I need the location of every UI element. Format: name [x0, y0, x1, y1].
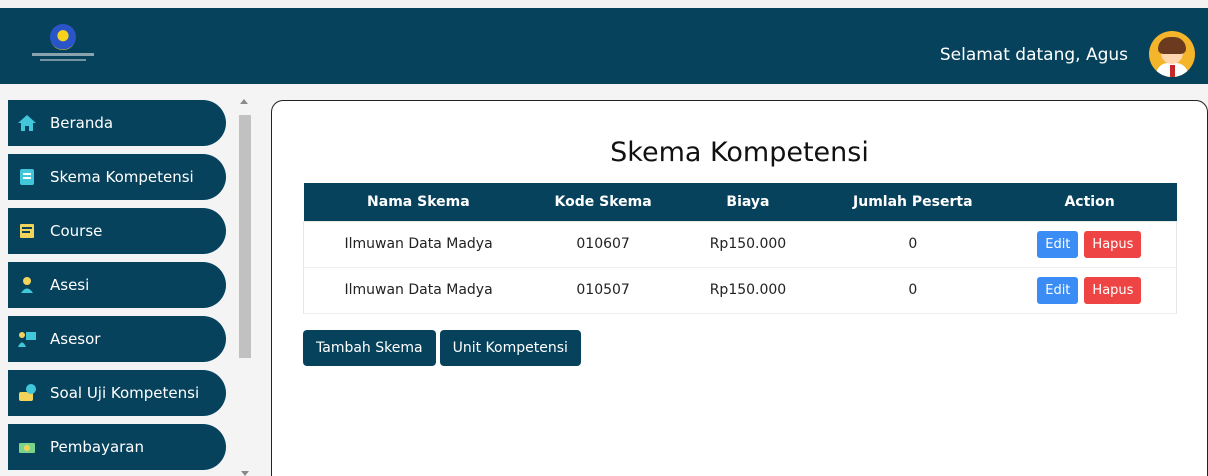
top-strip [0, 0, 1208, 8]
sidebar-item-label: Course [50, 222, 103, 240]
book-icon [16, 220, 38, 242]
hapus-button[interactable]: Hapus [1084, 230, 1142, 258]
sidebar-item-label: Asesi [50, 276, 90, 294]
sidebar-item-label: Beranda [50, 114, 114, 132]
sidebar-item-asesor[interactable]: Asesor [8, 316, 226, 362]
cell-biaya: Rp150.000 [709, 236, 787, 252]
sidebar-item-label: Asesor [50, 330, 101, 348]
scroll-up-icon[interactable] [240, 99, 248, 104]
lsp-logo-icon[interactable] [32, 20, 94, 72]
sidebar-item-beranda[interactable]: Beranda [8, 100, 226, 146]
edit-button[interactable]: Edit [1037, 276, 1079, 304]
table-row: Ilmuwan Data Madya 010607 Rp150.000 0 Ed… [303, 221, 1177, 267]
page-title: Skema Kompetensi [610, 137, 869, 168]
cell-nama-skema: Ilmuwan Data Madya [344, 236, 493, 252]
cell-biaya: Rp150.000 [709, 282, 787, 298]
sidebar-item-asesi[interactable]: Asesi [8, 262, 226, 308]
column-header: Nama Skema [367, 193, 470, 210]
scroll-down-icon[interactable] [241, 471, 249, 476]
tambah-skema-button[interactable]: Tambah Skema [303, 330, 436, 366]
cell-kode-skema: 010507 [576, 282, 630, 298]
sidebar: Beranda Skema Kompetensi Course Asesi As… [0, 97, 256, 476]
main-panel: Skema Kompetensi Nama Skema Kode Skema B… [271, 100, 1208, 476]
cell-action: Edit Hapus [1003, 267, 1177, 313]
sidebar-item-label: Skema Kompetensi [50, 168, 194, 186]
sidebar-item-course[interactable]: Course [8, 208, 226, 254]
column-header: Jumlah Peserta [853, 193, 973, 210]
cell-jumlah-peserta: 0 [908, 282, 918, 298]
cell-jumlah-peserta: 0 [908, 236, 918, 252]
edit-button[interactable]: Edit [1037, 230, 1079, 258]
column-header: Kode Skema [554, 193, 652, 210]
money-icon [16, 436, 38, 458]
document-icon [16, 166, 38, 188]
quiz-icon [16, 382, 38, 404]
welcome-text: Selamat datang, Agus [939, 45, 1128, 65]
sidebar-item-skema-kompetensi[interactable]: Skema Kompetensi [8, 154, 226, 200]
sidebar-scroll-thumb[interactable] [239, 115, 251, 358]
teacher-icon [16, 328, 38, 350]
cell-kode-skema: 010607 [576, 236, 630, 252]
person-icon [16, 274, 38, 296]
skema-table: Nama Skema Kode Skema Biaya Jumlah Peser… [303, 183, 1177, 314]
column-header: Biaya [726, 193, 770, 210]
unit-kompetensi-button[interactable]: Unit Kompetensi [439, 330, 581, 366]
column-header: Action [1064, 193, 1115, 210]
home-icon [16, 112, 38, 134]
cell-nama-skema: Ilmuwan Data Madya [344, 282, 493, 298]
sidebar-item-label: Soal Uji Kompetensi [50, 384, 200, 402]
action-buttons: Tambah Skema Unit Kompetensi [303, 330, 581, 366]
table-header-row: Nama Skema Kode Skema Biaya Jumlah Peser… [303, 183, 1177, 221]
hapus-button[interactable]: Hapus [1084, 276, 1142, 304]
user-avatar-icon[interactable] [1149, 31, 1195, 77]
sidebar-item-label: Pembayaran [50, 438, 144, 456]
app-header: Selamat datang, Agus [0, 8, 1208, 84]
cell-action: Edit Hapus [1003, 221, 1177, 267]
sidebar-item-soal-uji[interactable]: Soal Uji Kompetensi [8, 370, 226, 416]
table-row: Ilmuwan Data Madya 010507 Rp150.000 0 Ed… [303, 267, 1177, 313]
sidebar-item-pembayaran[interactable]: Pembayaran [8, 424, 226, 470]
